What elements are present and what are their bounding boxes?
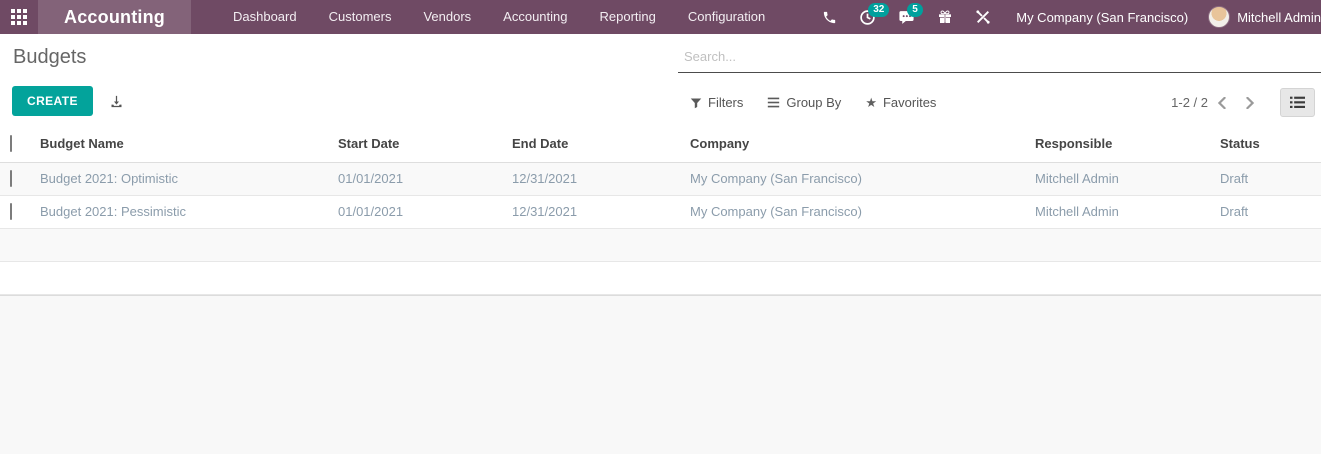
select-all-checkbox[interactable]	[10, 135, 12, 152]
download-icon	[109, 94, 124, 109]
pager-previous-button[interactable]	[1208, 97, 1236, 109]
table-row[interactable]: Budget 2021: Pessimistic 01/01/2021 12/3…	[0, 195, 1321, 228]
group-by-label: Group By	[786, 95, 841, 110]
cell-start-date[interactable]: 01/01/2021	[338, 195, 512, 228]
search-panel: Filters Group By ★ Favorites 1-2 / 2	[678, 44, 1321, 117]
gift-icon	[937, 9, 953, 25]
user-name: Mitchell Admin	[1237, 10, 1321, 25]
menu-accounting[interactable]: Accounting	[487, 0, 583, 34]
pager-next-button[interactable]	[1236, 97, 1264, 109]
apps-menu-button[interactable]	[0, 0, 38, 34]
row-checkbox[interactable]	[10, 203, 12, 220]
company-switcher[interactable]: My Company (San Francisco)	[1002, 10, 1202, 25]
apps-grid-icon	[11, 9, 27, 25]
voip-phone-button[interactable]	[811, 0, 848, 34]
activity-count-badge: 32	[868, 3, 889, 17]
favorites-button[interactable]: ★ Favorites	[853, 91, 948, 115]
cell-budget-name[interactable]: Budget 2021: Pessimistic	[40, 195, 338, 228]
cell-responsible[interactable]: Mitchell Admin	[1035, 195, 1220, 228]
cell-end-date[interactable]: 12/31/2021	[512, 195, 690, 228]
table-header-row: Budget Name Start Date End Date Company …	[0, 126, 1321, 162]
row-checkbox[interactable]	[10, 170, 12, 187]
column-header-budget-name[interactable]: Budget Name	[40, 126, 338, 162]
tools-button[interactable]	[964, 0, 1002, 34]
budgets-list-table: Budget Name Start Date End Date Company …	[0, 126, 1321, 295]
list-view-icon	[1290, 96, 1305, 109]
export-button[interactable]	[109, 94, 124, 109]
list-view-toggle-button[interactable]	[1280, 88, 1315, 117]
column-header-end-date[interactable]: End Date	[512, 126, 690, 162]
top-navbar: Accounting Dashboard Customers Vendors A…	[0, 0, 1321, 34]
filters-button[interactable]: Filters	[678, 91, 755, 114]
favorites-label: Favorites	[883, 95, 936, 110]
menu-configuration[interactable]: Configuration	[672, 0, 781, 34]
cell-company[interactable]: My Company (San Francisco)	[690, 162, 1035, 195]
page-title-breadcrumb[interactable]: Budgets	[13, 46, 86, 69]
search-input[interactable]	[678, 44, 1321, 72]
create-button[interactable]: CREATE	[12, 86, 93, 116]
column-header-start-date[interactable]: Start Date	[338, 126, 512, 162]
menu-dashboard[interactable]: Dashboard	[217, 0, 313, 34]
top-menu: Dashboard Customers Vendors Accounting R…	[217, 0, 781, 34]
cell-responsible[interactable]: Mitchell Admin	[1035, 162, 1220, 195]
user-avatar	[1208, 6, 1230, 28]
menu-customers[interactable]: Customers	[313, 0, 408, 34]
filters-label: Filters	[708, 95, 743, 110]
cell-company[interactable]: My Company (San Francisco)	[690, 195, 1035, 228]
cell-status[interactable]: Draft	[1220, 195, 1321, 228]
cell-end-date[interactable]: 12/31/2021	[512, 162, 690, 195]
user-menu[interactable]: Mitchell Admin	[1202, 6, 1321, 28]
filter-toolbar: Filters Group By ★ Favorites 1-2 / 2	[678, 88, 1321, 117]
filter-funnel-icon	[690, 97, 702, 109]
action-buttons: CREATE	[12, 86, 124, 116]
pager: 1-2 / 2	[1171, 88, 1321, 117]
content-background	[0, 295, 1321, 447]
group-by-button[interactable]: Group By	[755, 91, 853, 114]
cell-status[interactable]: Draft	[1220, 162, 1321, 195]
phone-icon	[822, 10, 837, 25]
empty-row	[0, 228, 1321, 261]
group-by-icon	[767, 96, 780, 109]
message-count-badge: 5	[907, 3, 923, 17]
cell-budget-name[interactable]: Budget 2021: Optimistic	[40, 162, 338, 195]
messages-button[interactable]: 5	[887, 0, 926, 34]
empty-row	[0, 261, 1321, 294]
cell-start-date[interactable]: 01/01/2021	[338, 162, 512, 195]
referral-button[interactable]	[926, 0, 964, 34]
pager-range: 1-2 / 2	[1171, 95, 1208, 110]
navbar-systray: 32 5	[811, 0, 1321, 34]
control-panel: Budgets CREATE Filters	[0, 34, 1321, 126]
column-header-responsible[interactable]: Responsible	[1035, 126, 1220, 162]
column-header-status[interactable]: Status	[1220, 126, 1321, 162]
crossed-tools-icon	[975, 9, 991, 25]
star-icon: ★	[865, 95, 877, 111]
search-box	[678, 44, 1321, 73]
activities-button[interactable]: 32	[848, 0, 887, 34]
menu-vendors[interactable]: Vendors	[407, 0, 487, 34]
column-header-company[interactable]: Company	[690, 126, 1035, 162]
menu-reporting[interactable]: Reporting	[584, 0, 672, 34]
table-row[interactable]: Budget 2021: Optimistic 01/01/2021 12/31…	[0, 162, 1321, 195]
app-name[interactable]: Accounting	[38, 0, 191, 34]
